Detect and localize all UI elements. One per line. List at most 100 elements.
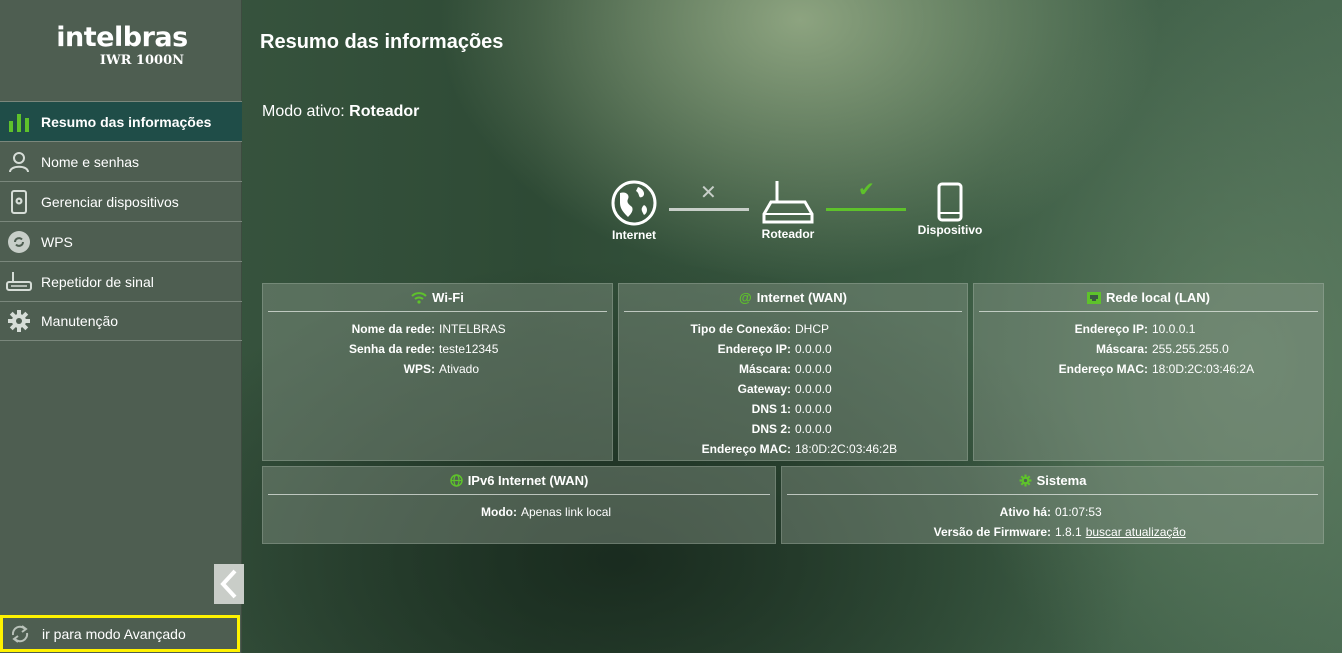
brand-logo: intelbras bbox=[56, 22, 188, 53]
row-key: Tipo de Conexão: bbox=[690, 322, 791, 336]
row-value: 10.0.0.1 bbox=[1152, 322, 1196, 336]
ipv6-card-rows: Modo: Apenas link local bbox=[263, 495, 775, 522]
system-card-title: Sistema bbox=[1036, 473, 1087, 488]
wifi-row-ssid: Nome da rede: INTELBRAS bbox=[263, 319, 612, 339]
row-key: Senha da rede: bbox=[348, 342, 435, 356]
ipv6-row-mode: Modo: Apenas link local bbox=[263, 502, 775, 522]
sidebar-item-label: WPS bbox=[41, 233, 73, 250]
lan-card: Rede local (LAN) Endereço IP: 10.0.0.1 Má… bbox=[973, 283, 1324, 461]
row-value: 255.255.255.0 bbox=[1152, 342, 1229, 356]
at-sign-icon: @ bbox=[739, 290, 752, 305]
lan-row: Endereço IP: 10.0.0.1 bbox=[974, 319, 1323, 339]
wifi-row-password: Senha da rede: teste12345 bbox=[263, 339, 612, 359]
topology-device: Dispositivo bbox=[914, 182, 986, 237]
wan-row: DNS 2: 0.0.0.0 bbox=[619, 419, 967, 439]
bar-chart-icon bbox=[6, 109, 32, 135]
lan-card-header: Rede local (LAN) bbox=[979, 284, 1318, 312]
globe-icon bbox=[611, 180, 657, 226]
sidebar-item-label: Resumo das informações bbox=[41, 113, 212, 130]
topology-internet: Internet bbox=[604, 179, 664, 242]
system-card: Sistema Ativo há: 01:07:53 Versão de Firm… bbox=[781, 466, 1324, 544]
row-value: 18:0D:2C:03:46:2B bbox=[795, 442, 898, 456]
wan-card-title: Internet (WAN) bbox=[756, 290, 847, 305]
refresh-icon bbox=[8, 622, 32, 646]
advanced-mode-button[interactable]: ir para modo Avançado bbox=[0, 615, 240, 652]
wifi-card-rows: Nome da rede: INTELBRAS Senha da rede: tes… bbox=[263, 312, 612, 379]
model-name: IWR 1000N bbox=[99, 53, 184, 68]
device-settings-icon bbox=[6, 189, 32, 215]
row-value: 0.0.0.0 bbox=[795, 342, 832, 356]
row-key: Nome da rede: bbox=[351, 322, 435, 336]
sidebar-item-repetidor[interactable]: Repetidor de sinal bbox=[0, 261, 242, 301]
sidebar: intelbras IWR 1000N Resumo das informaçõ… bbox=[0, 0, 244, 653]
row-key: Endereço IP: bbox=[1074, 322, 1148, 336]
row-key: Máscara: bbox=[1095, 342, 1148, 356]
ipv6-card-title: IPv6 Internet (WAN) bbox=[467, 473, 589, 488]
row-key: Ativo há: bbox=[999, 505, 1051, 519]
system-card-header: Sistema bbox=[787, 467, 1318, 495]
ipv6-card-header: IPv6 Internet (WAN) bbox=[268, 467, 770, 495]
lan-row: Máscara: 255.255.255.0 bbox=[974, 339, 1323, 359]
sidebar-item-resumo[interactable]: Resumo das informações bbox=[0, 101, 242, 141]
sidebar-item-label: Manutenção bbox=[41, 313, 119, 329]
wifi-card: Wi-Fi Nome da rede: INTELBRAS Senha da re… bbox=[262, 283, 613, 461]
sidebar-item-gerenciar[interactable]: Gerenciar dispositivos bbox=[0, 181, 242, 221]
system-row-uptime: Ativo há: 01:07:53 bbox=[782, 502, 1323, 522]
lan-port-icon bbox=[1086, 291, 1101, 304]
topology-router: Roteador bbox=[754, 180, 822, 241]
active-mode: Modo ativo: Roteador bbox=[262, 103, 419, 121]
wifi-row-wps: WPS: Ativado bbox=[263, 359, 612, 379]
row-key: WPS: bbox=[403, 362, 435, 376]
row-key: DNS 1: bbox=[751, 402, 791, 416]
chevron-left-icon bbox=[220, 569, 237, 599]
sidebar-item-label: Nome e senhas bbox=[41, 153, 140, 170]
lan-card-title: Rede local (LAN) bbox=[1105, 290, 1210, 305]
ipv6-card: IPv6 Internet (WAN) Modo: Apenas link loc… bbox=[262, 466, 776, 544]
internet-link-line bbox=[669, 208, 749, 211]
sidebar-item-manutencao[interactable]: Manutenção bbox=[0, 301, 242, 341]
wan-card-header: @ Internet (WAN) bbox=[624, 284, 962, 312]
active-mode-label: Modo ativo: bbox=[262, 103, 345, 120]
system-row-firmware: Versão de Firmware: 1.8.1 buscar atualizaç… bbox=[782, 522, 1323, 542]
row-value: 0.0.0.0 bbox=[795, 382, 832, 396]
router-icon bbox=[6, 269, 32, 295]
row-key: Gateway: bbox=[737, 382, 791, 396]
row-value: 01:07:53 bbox=[1055, 505, 1102, 519]
device-link-line bbox=[826, 208, 906, 211]
lan-card-rows: Endereço IP: 10.0.0.1 Máscara: 255.255.255… bbox=[974, 312, 1323, 379]
row-value: teste12345 bbox=[439, 342, 499, 356]
wan-row: Tipo de Conexão: DHCP bbox=[619, 319, 967, 339]
row-key: Versão de Firmware: bbox=[933, 525, 1051, 539]
wan-card-rows: Tipo de Conexão: DHCP Endereço IP: 0.0.0.0… bbox=[619, 312, 967, 459]
row-value: Apenas link local bbox=[521, 505, 612, 519]
row-key: Modo: bbox=[481, 505, 517, 519]
collapse-sidebar-button[interactable] bbox=[214, 564, 244, 604]
gear-icon bbox=[1019, 474, 1032, 487]
row-key: Endereço IP: bbox=[717, 342, 791, 356]
wps-icon bbox=[6, 229, 32, 255]
advanced-mode-label: ir para modo Avançado bbox=[42, 625, 186, 642]
wifi-icon bbox=[411, 291, 427, 304]
wan-card: @ Internet (WAN) Tipo de Conexão: DHCP En… bbox=[618, 283, 968, 461]
row-value: DHCP bbox=[795, 322, 830, 336]
check-update-link[interactable]: buscar atualização bbox=[1086, 525, 1186, 539]
row-value: INTELBRAS bbox=[439, 322, 506, 336]
lan-row: Endereço MAC: 18:0D:2C:03:46:2A bbox=[974, 359, 1323, 379]
row-value: 0.0.0.0 bbox=[795, 422, 832, 436]
sidebar-item-nome-senhas[interactable]: Nome e senhas bbox=[0, 141, 242, 181]
wan-row: Endereço MAC: 18:0D:2C:03:46:2B bbox=[619, 439, 967, 459]
topology-router-label: Roteador bbox=[761, 227, 815, 241]
smartphone-icon bbox=[937, 182, 963, 222]
globe-icon bbox=[449, 474, 463, 487]
gear-icon bbox=[6, 308, 32, 334]
row-value: 0.0.0.0 bbox=[795, 362, 832, 376]
row-value: Ativado bbox=[439, 362, 480, 376]
row-value: 1.8.1 bbox=[1055, 525, 1082, 539]
wan-row: Gateway: 0.0.0.0 bbox=[619, 379, 967, 399]
sidebar-menu: Resumo das informações Nome e senhas Ger… bbox=[0, 101, 242, 341]
disconnected-x-icon: ✕ bbox=[700, 182, 717, 204]
row-key: Endereço MAC: bbox=[1058, 362, 1148, 376]
router-icon bbox=[762, 181, 814, 224]
sidebar-item-wps[interactable]: WPS bbox=[0, 221, 242, 261]
sidebar-item-label: Repetidor de sinal bbox=[41, 273, 154, 290]
